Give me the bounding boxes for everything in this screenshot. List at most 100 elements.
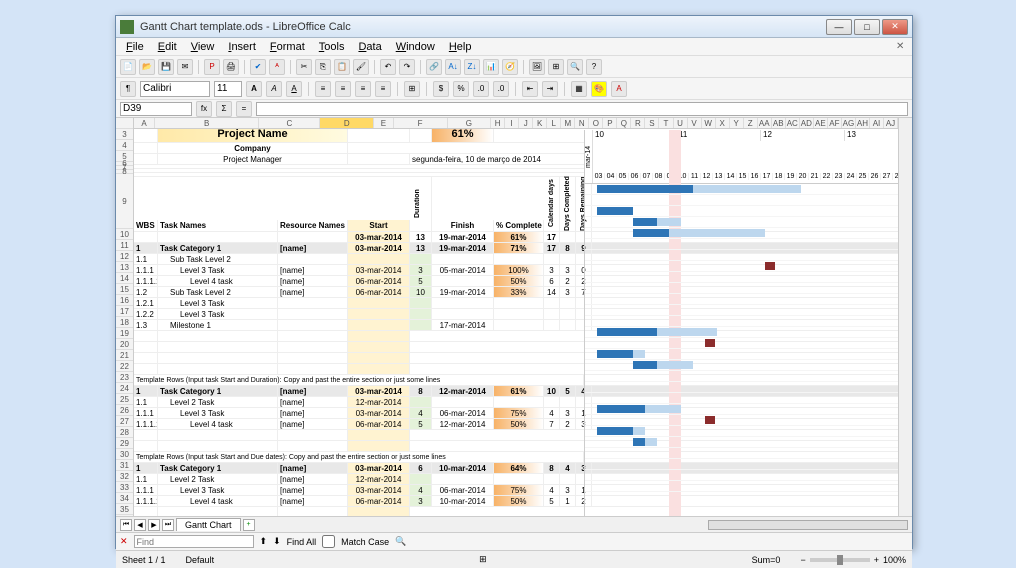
minimize-button[interactable]: —: [826, 19, 852, 35]
resource[interactable]: [name]: [278, 419, 348, 429]
resource[interactable]: [name]: [278, 496, 348, 506]
start-date[interactable]: [348, 254, 410, 264]
col-header-T[interactable]: T: [659, 118, 673, 128]
finish-date[interactable]: [432, 298, 494, 308]
col-header-AA[interactable]: AA: [758, 118, 772, 128]
days-complete[interactable]: 4: [560, 463, 576, 473]
start-date[interactable]: [348, 298, 410, 308]
wbs[interactable]: 1.1: [134, 397, 158, 407]
days-complete[interactable]: 8: [560, 243, 576, 253]
task-name[interactable]: Level 4 task: [158, 496, 278, 506]
task-name[interactable]: Level 2 Task: [158, 397, 278, 407]
gantt-bar[interactable]: [693, 185, 801, 193]
vertical-scrollbar[interactable]: [898, 118, 912, 516]
col-header-J[interactable]: J: [519, 118, 533, 128]
days-complete[interactable]: [560, 397, 576, 407]
zoom-icon[interactable]: 🔍: [567, 59, 583, 75]
task-name[interactable]: Level 3 Task: [158, 265, 278, 275]
pct-complete[interactable]: 50%: [494, 419, 544, 429]
help-icon[interactable]: ?: [586, 59, 602, 75]
col-header-Q[interactable]: Q: [617, 118, 631, 128]
decrease-indent-icon[interactable]: ⇤: [522, 81, 538, 97]
duration[interactable]: [410, 309, 432, 319]
open-icon[interactable]: 📂: [139, 59, 155, 75]
font-name-select[interactable]: [140, 81, 210, 97]
currency-icon[interactable]: $: [433, 81, 449, 97]
gantt-bar[interactable]: [597, 185, 693, 193]
pct-complete[interactable]: 75%: [494, 485, 544, 495]
wbs[interactable]: 1.2.2: [134, 309, 158, 319]
menu-help[interactable]: Help: [443, 40, 478, 54]
pct-complete[interactable]: [494, 320, 544, 330]
start-date[interactable]: 12-mar-2014: [348, 397, 410, 407]
col-header-AD[interactable]: AD: [800, 118, 814, 128]
col-header-D[interactable]: D: [320, 118, 374, 128]
task-name[interactable]: Level 2 Task: [158, 474, 278, 484]
duration[interactable]: [410, 397, 432, 407]
task-name[interactable]: Level 3 Task: [158, 408, 278, 418]
increase-indent-icon[interactable]: ⇥: [542, 81, 558, 97]
finish-date[interactable]: [432, 474, 494, 484]
gantt-bar[interactable]: [633, 229, 669, 237]
cal-days[interactable]: 17: [544, 243, 560, 253]
col-header-F[interactable]: F: [394, 118, 448, 128]
duration[interactable]: [410, 298, 432, 308]
font-size-select[interactable]: [214, 81, 242, 97]
pct-complete[interactable]: [494, 474, 544, 484]
hyperlink-icon[interactable]: 🔗: [426, 59, 442, 75]
cal-days[interactable]: [544, 320, 560, 330]
days-complete[interactable]: [560, 320, 576, 330]
gantt-bar[interactable]: [597, 328, 657, 336]
save-icon[interactable]: 💾: [158, 59, 174, 75]
cal-days[interactable]: [544, 309, 560, 319]
find-options-icon[interactable]: 🔍: [395, 536, 406, 547]
gantt-bar[interactable]: [633, 218, 657, 226]
cal-days[interactable]: 14: [544, 287, 560, 297]
col-header-AI[interactable]: AI: [870, 118, 884, 128]
task-name[interactable]: Level 3 Task: [158, 298, 278, 308]
wbs[interactable]: 1.1: [134, 254, 158, 264]
task-name[interactable]: Sub Task Level 2: [158, 287, 278, 297]
col-header-N[interactable]: N: [575, 118, 589, 128]
resource[interactable]: [name]: [278, 485, 348, 495]
resource[interactable]: [278, 320, 348, 330]
cal-days[interactable]: 4: [544, 485, 560, 495]
menu-window[interactable]: Window: [390, 40, 441, 54]
align-left-icon[interactable]: ≡: [315, 81, 331, 97]
wbs[interactable]: 1.2: [134, 287, 158, 297]
duration[interactable]: 4: [410, 408, 432, 418]
task-name[interactable]: Level 4 task: [158, 419, 278, 429]
menu-data[interactable]: Data: [352, 40, 387, 54]
wbs[interactable]: 1.1.1.1: [134, 276, 158, 286]
col-header-Y[interactable]: Y: [730, 118, 744, 128]
duration[interactable]: 3: [410, 496, 432, 506]
pct-complete[interactable]: 61%: [494, 386, 544, 396]
duration[interactable]: 5: [410, 276, 432, 286]
col-header-L[interactable]: L: [547, 118, 561, 128]
maximize-button[interactable]: □: [854, 19, 880, 35]
resource[interactable]: [name]: [278, 386, 348, 396]
start-date[interactable]: 06-mar-2014: [348, 496, 410, 506]
col-header-K[interactable]: K: [533, 118, 547, 128]
start-date[interactable]: [348, 309, 410, 319]
days-complete[interactable]: 2: [560, 419, 576, 429]
col-header-X[interactable]: X: [716, 118, 730, 128]
col-header-E[interactable]: E: [374, 118, 393, 128]
gantt-bar[interactable]: [705, 339, 715, 347]
resource[interactable]: [name]: [278, 397, 348, 407]
resource[interactable]: [name]: [278, 265, 348, 275]
finish-date[interactable]: 12-mar-2014: [432, 419, 494, 429]
format-paint-icon[interactable]: 🖌: [353, 59, 369, 75]
cal-days[interactable]: 4: [544, 408, 560, 418]
doc-close-icon[interactable]: ✕: [896, 41, 908, 53]
days-complete[interactable]: 3: [560, 408, 576, 418]
pct-complete[interactable]: [494, 397, 544, 407]
cal-days[interactable]: 10: [544, 386, 560, 396]
start-date[interactable]: 03-mar-2014: [348, 485, 410, 495]
gantt-bar[interactable]: [657, 328, 717, 336]
pct-complete[interactable]: 75%: [494, 408, 544, 418]
align-center-icon[interactable]: ≡: [335, 81, 351, 97]
fontcolor-icon[interactable]: A: [611, 81, 627, 97]
project-name[interactable]: Project Name: [158, 129, 348, 142]
task-name[interactable]: Milestone 1: [158, 320, 278, 330]
